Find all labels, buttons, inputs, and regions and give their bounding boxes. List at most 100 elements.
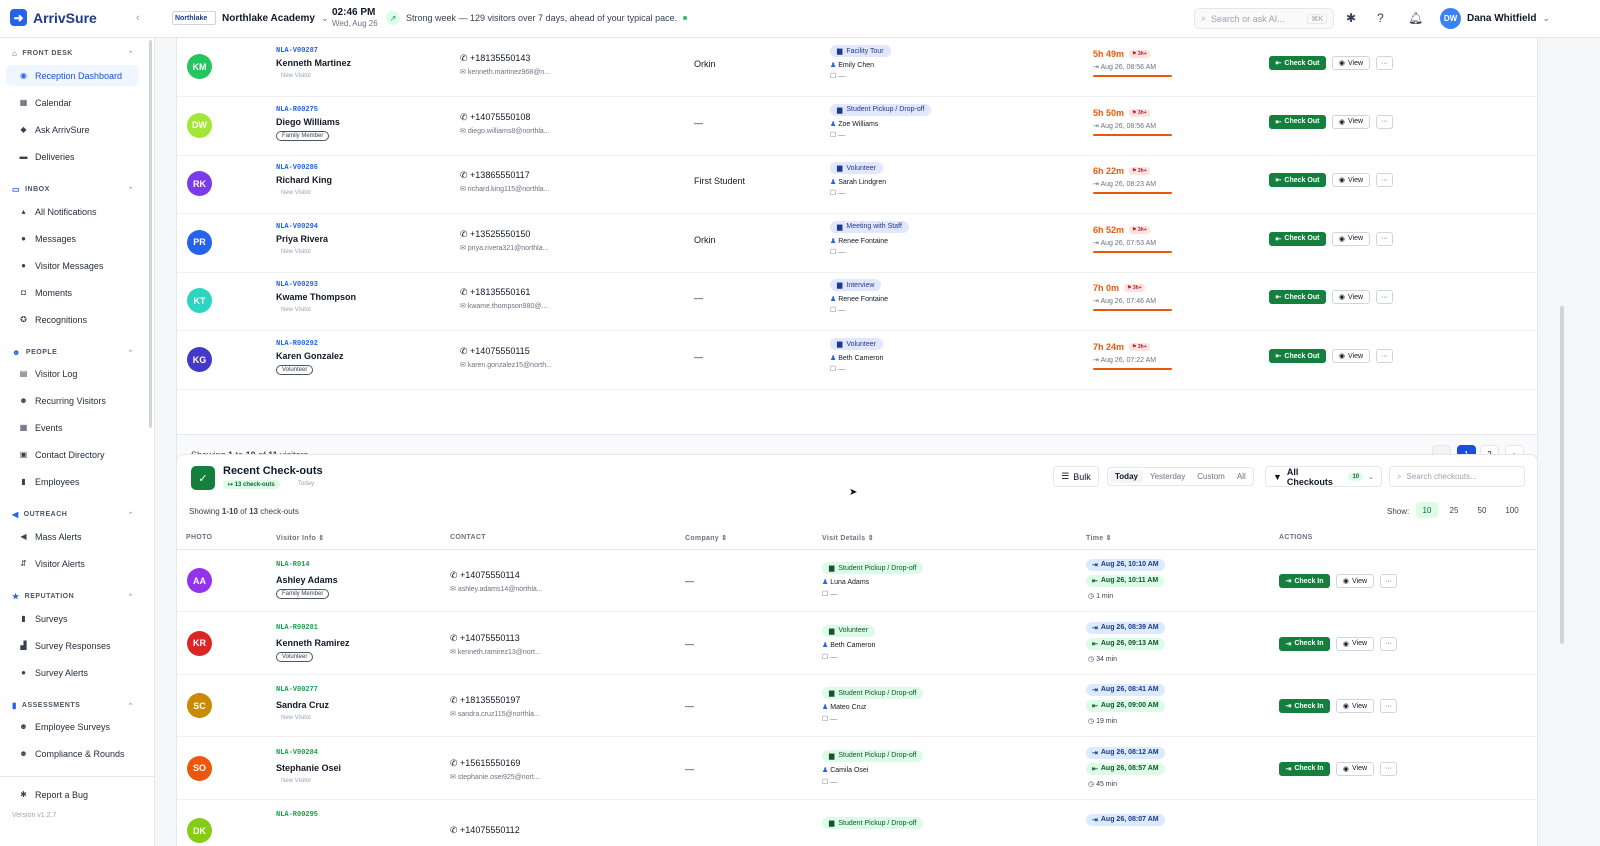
more-actions-button[interactable]: ··· [1376, 114, 1393, 129]
sidebar-item-survey-responses[interactable]: ▟ Survey Responses [6, 635, 139, 656]
visitor-name[interactable]: Kenneth Martinez [276, 58, 351, 68]
more-actions-button[interactable]: ··· [1376, 290, 1393, 305]
report-bug-button[interactable]: ✱ Report a Bug [6, 784, 139, 805]
sidebar-item-reception-dashboard[interactable]: ◉ Reception Dashboard [6, 65, 139, 86]
tab-custom[interactable]: Custom [1192, 470, 1230, 483]
column-visit-details[interactable]: Visit Details ⇕ [822, 534, 874, 542]
sidebar-item-compliance-rounds[interactable]: ☻ Compliance & Rounds [6, 743, 139, 764]
visitor-name[interactable]: Diego Williams [276, 117, 340, 127]
more-actions-button[interactable]: ··· [1380, 574, 1397, 588]
visitor-name[interactable]: Karen Gonzalez [276, 351, 344, 361]
sidebar-item-calendar[interactable]: ▦ Calendar [6, 92, 139, 113]
org-switcher[interactable]: Northlake Northlake Academy ⌄ [172, 11, 329, 25]
visitor-id[interactable]: NLA-R00292 [276, 340, 318, 348]
view-button[interactable]: ◉ View [1332, 290, 1370, 305]
page-scrollbar[interactable] [1560, 306, 1564, 644]
check-out-button[interactable]: ⇤ Check Out [1269, 290, 1326, 305]
visitor-name[interactable]: Ashley Adams [276, 575, 338, 585]
visitor-name[interactable]: Richard King [276, 175, 332, 185]
sidebar-item-deliveries[interactable]: ▬ Deliveries [6, 146, 139, 167]
visitor-id[interactable]: NLA-V00284 [276, 749, 318, 757]
check-in-button[interactable]: ⇥ Check In [1279, 761, 1330, 776]
sidebar-item-moments[interactable]: ◘ Moments [6, 282, 139, 303]
visitor-id[interactable]: NLA-V00294 [276, 223, 318, 231]
sidebar-item-mass-alerts[interactable]: ◀ Mass Alerts [6, 526, 139, 547]
check-out-button[interactable]: ⇤ Check Out [1269, 114, 1326, 129]
visitor-id[interactable]: NLA-R00281 [276, 624, 318, 632]
view-button[interactable]: ◉ View [1336, 699, 1374, 714]
visitor-name[interactable]: Priya Rivera [276, 234, 328, 244]
view-button[interactable]: ◉ View [1336, 761, 1374, 776]
column-visitor-info[interactable]: Visitor Info ⇕ [276, 534, 324, 542]
visitor-id[interactable]: NLA-R014 [276, 561, 310, 569]
sidebar-item-surveys[interactable]: ▮ Surveys [6, 608, 139, 629]
bug-icon[interactable]: ✱ [1346, 11, 1356, 25]
check-out-button[interactable]: ⇤ Check Out [1269, 231, 1326, 246]
sidebar-item-events[interactable]: ▦ Events [6, 417, 139, 438]
visitor-id[interactable]: NLA-R00295 [276, 811, 318, 819]
tab-today[interactable]: Today [1110, 470, 1143, 483]
visitor-id[interactable]: NLA-V00277 [276, 686, 318, 694]
sidebar-item-recognitions[interactable]: ✪ Recognitions [6, 309, 139, 330]
view-button[interactable]: ◉ View [1332, 114, 1370, 129]
checkout-search-input[interactable]: ⌕ Search checkouts... [1389, 466, 1525, 487]
view-button[interactable]: ◉ View [1336, 636, 1374, 651]
visitor-name[interactable]: Kenneth Ramirez [276, 638, 350, 648]
sidebar-item-employee-surveys[interactable]: ☻ Employee Surveys [6, 716, 139, 737]
visitor-name[interactable]: Sandra Cruz [276, 700, 329, 710]
check-in-button[interactable]: ⇥ Check In [1279, 636, 1330, 651]
sidebar-item-recurring-visitors[interactable]: ☻ Recurring Visitors [6, 390, 139, 411]
sidebar-item-survey-alerts[interactable]: ● Survey Alerts [6, 662, 139, 683]
more-actions-button[interactable]: ··· [1376, 349, 1393, 363]
visitor-id[interactable]: NLA-V00287 [276, 47, 318, 55]
view-button[interactable]: ◉ View [1332, 349, 1370, 363]
brand-logo[interactable]: ➜ ArrivSure [10, 9, 97, 26]
view-button[interactable]: ◉ View [1332, 231, 1370, 246]
check-in-button[interactable]: ⇥ Check In [1279, 574, 1330, 588]
help-icon[interactable]: ? [1377, 11, 1384, 25]
sidebar-item-visitor-log[interactable]: ▤ Visitor Log [6, 363, 139, 384]
bell-icon[interactable]: 🔔︎ [1408, 11, 1423, 25]
sidebar-item-visitor-alerts[interactable]: ⇵ Visitor Alerts [6, 553, 139, 574]
page-size-10[interactable]: 10 [1416, 502, 1438, 518]
check-out-button[interactable]: ⇤ Check Out [1269, 349, 1326, 363]
visitor-id[interactable]: NLA-V00286 [276, 164, 318, 172]
more-actions-button[interactable]: ··· [1380, 636, 1397, 651]
check-out-button[interactable]: ⇤ Check Out [1269, 173, 1326, 188]
view-button[interactable]: ◉ View [1332, 56, 1370, 70]
more-actions-button[interactable]: ··· [1380, 761, 1397, 776]
sidebar-item-ask-arrivsure[interactable]: ◆ Ask ArrivSure [6, 119, 139, 140]
section-front-desk[interactable]: ⌂ FRONT DESK ⌃ [12, 49, 134, 58]
view-button[interactable]: ◉ View [1336, 574, 1374, 588]
checkout-filter-select[interactable]: ▼ All Checkouts 10 ⌄ [1265, 466, 1382, 487]
page-size-50[interactable]: 50 [1471, 502, 1493, 518]
section-reputation[interactable]: ★ REPUTATION ⌃ [12, 592, 134, 601]
view-button[interactable]: ◉ View [1332, 173, 1370, 188]
more-actions-button[interactable]: ··· [1376, 231, 1393, 246]
visitor-id[interactable]: NLA-V00293 [276, 281, 318, 289]
section-assessments[interactable]: ▮ ASSESSMENTS ⌃ [12, 701, 134, 710]
more-actions-button[interactable]: ··· [1380, 699, 1397, 714]
section-people[interactable]: ☻ PEOPLE ⌃ [12, 348, 134, 357]
page-size-25[interactable]: 25 [1443, 502, 1465, 518]
tab-all[interactable]: All [1232, 470, 1251, 483]
user-menu[interactable]: DW Dana Whitfield ⌄ [1440, 8, 1550, 29]
page-size-100[interactable]: 100 [1501, 502, 1523, 518]
check-out-button[interactable]: ⇤ Check Out [1269, 56, 1326, 70]
collapse-sidebar-icon[interactable]: ‹ [136, 12, 140, 24]
visitor-id[interactable]: NLA-R00275 [276, 106, 318, 114]
section-outreach[interactable]: ◀ OUTREACH ⌃ [12, 510, 134, 519]
sidebar-item-messages[interactable]: ● Messages [6, 228, 139, 249]
section-inbox[interactable]: ▭ INBOX ⌃ [12, 185, 134, 194]
check-in-button[interactable]: ⇥ Check In [1279, 699, 1330, 714]
sidebar-item-employees[interactable]: ▮ Employees [6, 471, 139, 492]
tab-yesterday[interactable]: Yesterday [1145, 470, 1190, 483]
sidebar-scrollbar[interactable] [149, 40, 152, 428]
visitor-name[interactable]: Stephanie Osei [276, 763, 341, 773]
bulk-button[interactable]: ☰ Bulk [1053, 466, 1099, 487]
visitor-name[interactable]: Kwame Thompson [276, 292, 356, 302]
sidebar-item-all-notifications[interactable]: ▴ All Notifications [6, 201, 139, 222]
column-company[interactable]: Company ⇕ [685, 534, 727, 542]
column-time[interactable]: Time ⇕ [1086, 534, 1112, 542]
global-search-input[interactable]: ⌕ Search or ask AI... ⌘K [1194, 8, 1334, 29]
